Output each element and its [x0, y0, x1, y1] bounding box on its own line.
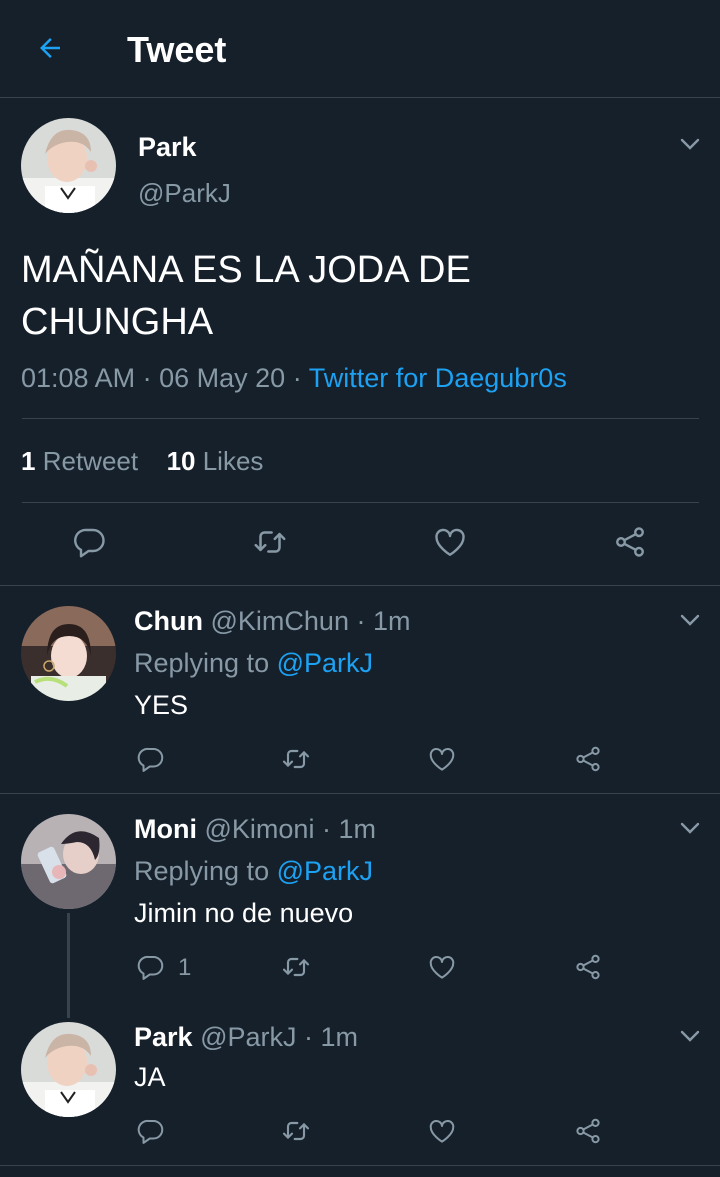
- like-heart-icon[interactable]: [425, 742, 459, 776]
- replying-to: Replying to @ParkJ: [134, 855, 373, 887]
- thread-line: [67, 913, 70, 1018]
- author-name[interactable]: Park: [138, 131, 197, 163]
- reply-time: · 1m: [321, 814, 376, 844]
- replying-to-label: Replying to: [134, 648, 270, 678]
- tweet-meta: 01:08 AM · 06 May 20 · Twitter for Daegu…: [21, 361, 567, 395]
- reply-icon[interactable]: [134, 742, 168, 776]
- share-icon[interactable]: [571, 950, 605, 984]
- likes-count: 10: [166, 446, 196, 476]
- reply-icon[interactable]: [70, 522, 110, 562]
- reply-author-name[interactable]: Park: [134, 1022, 193, 1052]
- replying-to-label: Replying to: [134, 856, 270, 886]
- avatar[interactable]: [21, 606, 116, 701]
- reply-header: Park @ParkJ · 1m: [134, 1021, 358, 1053]
- reply-author-handle[interactable]: @ParkJ: [200, 1022, 296, 1052]
- divider: [22, 502, 699, 503]
- tweet-source-link[interactable]: Twitter for Daegubr0s: [309, 363, 567, 393]
- author-handle[interactable]: @ParkJ: [138, 177, 231, 209]
- reply-time: · 1m: [304, 1022, 359, 1052]
- meta-separator: ·: [292, 363, 302, 393]
- reply-count: 1: [178, 954, 192, 981]
- chevron-down-icon[interactable]: [678, 816, 702, 840]
- likes-stat[interactable]: 10 Likes: [167, 446, 264, 476]
- chevron-down-icon[interactable]: [678, 608, 702, 632]
- avatar[interactable]: [21, 1022, 116, 1117]
- page-title: Tweet: [127, 29, 227, 70]
- divider: [0, 585, 720, 586]
- divider: [0, 793, 720, 794]
- reply-author-name[interactable]: Moni: [134, 814, 197, 844]
- reply-icon[interactable]: [134, 950, 168, 984]
- reply-header: Chun @KimChun · 1m: [134, 605, 410, 637]
- chevron-down-icon[interactable]: [678, 132, 702, 156]
- divider: [0, 1165, 720, 1166]
- reply-author-handle[interactable]: @Kimoni: [205, 814, 315, 844]
- reply-text: JA: [134, 1062, 166, 1092]
- reply-icon[interactable]: [134, 1114, 168, 1148]
- retweets-stat[interactable]: 1 Retweet: [21, 446, 138, 476]
- share-icon[interactable]: [610, 522, 650, 562]
- retweet-icon[interactable]: [279, 742, 313, 776]
- tweet-text-line: MAÑANA ES LA JODA DE: [21, 249, 471, 291]
- retweet-icon[interactable]: [279, 1114, 313, 1148]
- back-arrow-icon[interactable]: [32, 30, 68, 66]
- like-heart-icon[interactable]: [425, 950, 459, 984]
- tweet-time: 01:08 AM: [21, 363, 136, 393]
- tweet-date: 06 May 20: [159, 363, 286, 393]
- share-icon[interactable]: [571, 742, 605, 776]
- share-icon[interactable]: [571, 1114, 605, 1148]
- reply-text: YES: [134, 690, 189, 720]
- retweets-label: Retweet: [42, 446, 139, 476]
- chevron-down-icon[interactable]: [678, 1024, 702, 1048]
- avatar[interactable]: [21, 118, 116, 213]
- divider: [22, 418, 699, 419]
- like-heart-icon[interactable]: [425, 1114, 459, 1148]
- tweet-stats: 1 Retweet 10 Likes: [21, 445, 263, 477]
- replying-to: Replying to @ParkJ: [134, 647, 373, 679]
- reply-author-handle[interactable]: @KimChun: [211, 606, 349, 636]
- tweet-text: MAÑANA ES LA JODA DE CHUNGHA: [21, 244, 471, 348]
- retweet-icon[interactable]: [279, 950, 313, 984]
- like-heart-icon[interactable]: [430, 522, 470, 562]
- replying-to-handle[interactable]: @ParkJ: [277, 648, 373, 678]
- retweets-count: 1: [21, 446, 36, 476]
- retweet-icon[interactable]: [250, 522, 290, 562]
- meta-separator: ·: [142, 363, 152, 393]
- avatar[interactable]: [21, 814, 116, 909]
- reply-text: Jimin no de nuevo: [134, 898, 354, 928]
- top-bar: Tweet: [0, 0, 720, 98]
- likes-label: Likes: [202, 446, 264, 476]
- reply-header: Moni @Kimoni · 1m: [134, 813, 376, 845]
- reply-author-name[interactable]: Chun: [134, 606, 203, 636]
- replying-to-handle[interactable]: @ParkJ: [277, 856, 373, 886]
- reply-time: · 1m: [356, 606, 411, 636]
- tweet-text-line: CHUNGHA: [21, 301, 214, 343]
